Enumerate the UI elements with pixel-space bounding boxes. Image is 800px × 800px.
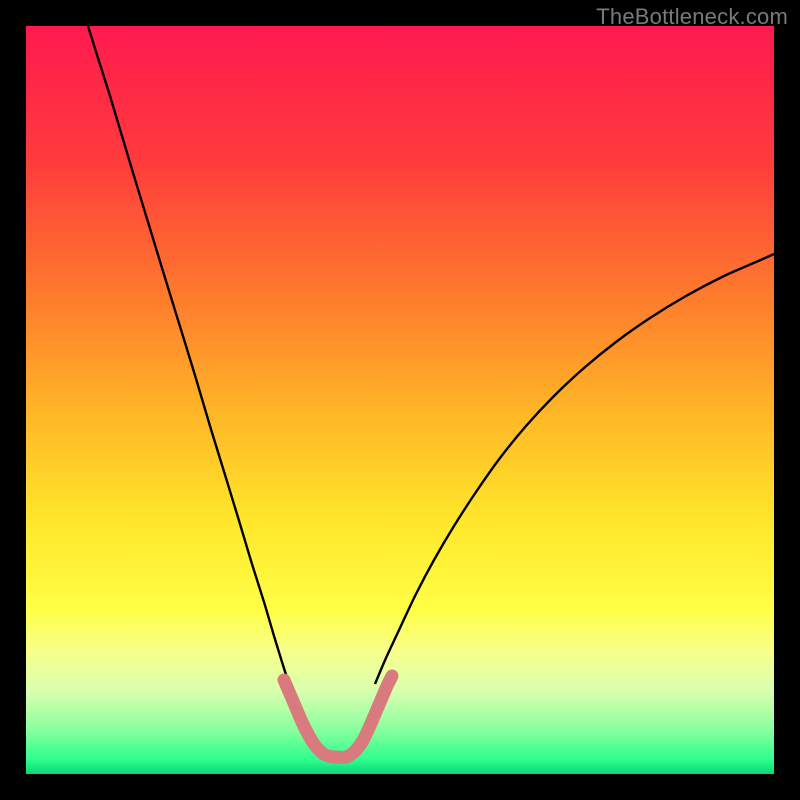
chart-svg — [26, 26, 774, 774]
plot-area — [26, 26, 774, 774]
chart-frame: TheBottleneck.com — [0, 0, 800, 800]
gradient-background — [26, 26, 774, 774]
watermark-text: TheBottleneck.com — [596, 4, 788, 30]
